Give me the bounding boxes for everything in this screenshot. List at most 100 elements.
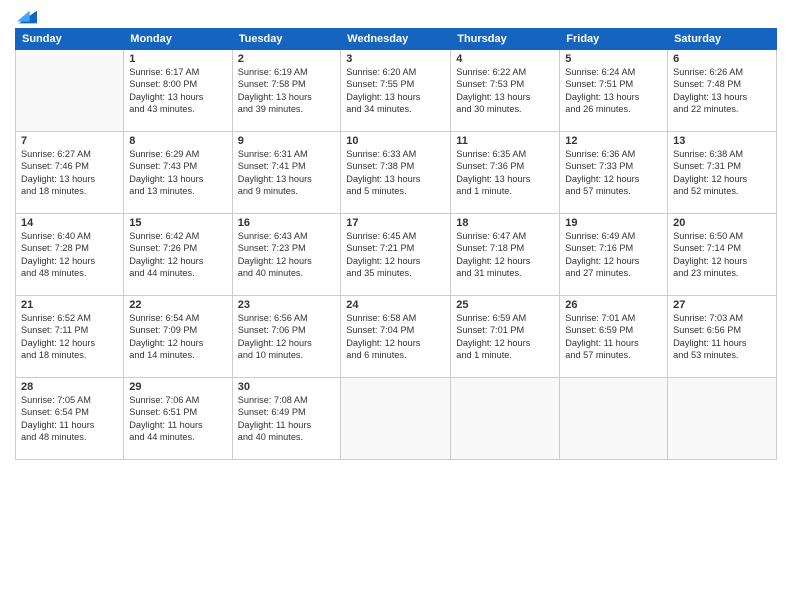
calendar-cell: 7Sunrise: 6:27 AM Sunset: 7:46 PM Daylig… xyxy=(16,132,124,214)
calendar-cell: 3Sunrise: 6:20 AM Sunset: 7:55 PM Daylig… xyxy=(341,50,451,132)
day-info: Sunrise: 6:58 AM Sunset: 7:04 PM Dayligh… xyxy=(346,312,445,362)
day-info: Sunrise: 6:17 AM Sunset: 8:00 PM Dayligh… xyxy=(129,66,226,116)
day-number: 3 xyxy=(346,53,445,65)
day-info: Sunrise: 6:22 AM Sunset: 7:53 PM Dayligh… xyxy=(456,66,554,116)
weekday-header-saturday: Saturday xyxy=(668,29,777,50)
calendar-header-row: SundayMondayTuesdayWednesdayThursdayFrid… xyxy=(16,29,777,50)
day-number: 15 xyxy=(129,217,226,229)
weekday-header-monday: Monday xyxy=(124,29,232,50)
calendar-cell: 14Sunrise: 6:40 AM Sunset: 7:28 PM Dayli… xyxy=(16,214,124,296)
calendar-cell: 9Sunrise: 6:31 AM Sunset: 7:41 PM Daylig… xyxy=(232,132,341,214)
calendar-cell xyxy=(341,378,451,460)
calendar-cell: 15Sunrise: 6:42 AM Sunset: 7:26 PM Dayli… xyxy=(124,214,232,296)
day-info: Sunrise: 7:06 AM Sunset: 6:51 PM Dayligh… xyxy=(129,394,226,444)
day-info: Sunrise: 6:20 AM Sunset: 7:55 PM Dayligh… xyxy=(346,66,445,116)
day-info: Sunrise: 7:01 AM Sunset: 6:59 PM Dayligh… xyxy=(565,312,662,362)
day-number: 24 xyxy=(346,299,445,311)
calendar-week-0: 1Sunrise: 6:17 AM Sunset: 8:00 PM Daylig… xyxy=(16,50,777,132)
calendar-cell: 16Sunrise: 6:43 AM Sunset: 7:23 PM Dayli… xyxy=(232,214,341,296)
day-number: 18 xyxy=(456,217,554,229)
calendar-cell: 12Sunrise: 6:36 AM Sunset: 7:33 PM Dayli… xyxy=(560,132,668,214)
calendar-week-1: 7Sunrise: 6:27 AM Sunset: 7:46 PM Daylig… xyxy=(16,132,777,214)
day-number: 1 xyxy=(129,53,226,65)
day-number: 26 xyxy=(565,299,662,311)
calendar-cell: 24Sunrise: 6:58 AM Sunset: 7:04 PM Dayli… xyxy=(341,296,451,378)
calendar-cell xyxy=(16,50,124,132)
weekday-header-sunday: Sunday xyxy=(16,29,124,50)
day-info: Sunrise: 6:31 AM Sunset: 7:41 PM Dayligh… xyxy=(238,148,336,198)
day-info: Sunrise: 6:26 AM Sunset: 7:48 PM Dayligh… xyxy=(673,66,771,116)
day-info: Sunrise: 6:59 AM Sunset: 7:01 PM Dayligh… xyxy=(456,312,554,362)
day-info: Sunrise: 6:54 AM Sunset: 7:09 PM Dayligh… xyxy=(129,312,226,362)
day-info: Sunrise: 7:05 AM Sunset: 6:54 PM Dayligh… xyxy=(21,394,118,444)
calendar-cell: 21Sunrise: 6:52 AM Sunset: 7:11 PM Dayli… xyxy=(16,296,124,378)
calendar-cell xyxy=(560,378,668,460)
calendar-cell: 8Sunrise: 6:29 AM Sunset: 7:43 PM Daylig… xyxy=(124,132,232,214)
day-number: 30 xyxy=(238,381,336,393)
day-number: 12 xyxy=(565,135,662,147)
calendar-cell: 2Sunrise: 6:19 AM Sunset: 7:58 PM Daylig… xyxy=(232,50,341,132)
day-info: Sunrise: 7:08 AM Sunset: 6:49 PM Dayligh… xyxy=(238,394,336,444)
weekday-header-friday: Friday xyxy=(560,29,668,50)
day-info: Sunrise: 6:19 AM Sunset: 7:58 PM Dayligh… xyxy=(238,66,336,116)
day-number: 29 xyxy=(129,381,226,393)
page: SundayMondayTuesdayWednesdayThursdayFrid… xyxy=(0,0,792,612)
day-info: Sunrise: 6:38 AM Sunset: 7:31 PM Dayligh… xyxy=(673,148,771,198)
day-info: Sunrise: 6:27 AM Sunset: 7:46 PM Dayligh… xyxy=(21,148,118,198)
calendar-cell: 10Sunrise: 6:33 AM Sunset: 7:38 PM Dayli… xyxy=(341,132,451,214)
logo xyxy=(15,10,37,20)
day-number: 20 xyxy=(673,217,771,229)
day-number: 17 xyxy=(346,217,445,229)
weekday-header-wednesday: Wednesday xyxy=(341,29,451,50)
calendar-cell: 30Sunrise: 7:08 AM Sunset: 6:49 PM Dayli… xyxy=(232,378,341,460)
day-info: Sunrise: 6:49 AM Sunset: 7:16 PM Dayligh… xyxy=(565,230,662,280)
calendar-cell: 22Sunrise: 6:54 AM Sunset: 7:09 PM Dayli… xyxy=(124,296,232,378)
calendar-week-2: 14Sunrise: 6:40 AM Sunset: 7:28 PM Dayli… xyxy=(16,214,777,296)
calendar-cell xyxy=(451,378,560,460)
calendar-cell: 25Sunrise: 6:59 AM Sunset: 7:01 PM Dayli… xyxy=(451,296,560,378)
day-number: 25 xyxy=(456,299,554,311)
day-number: 6 xyxy=(673,53,771,65)
day-number: 19 xyxy=(565,217,662,229)
calendar-cell: 5Sunrise: 6:24 AM Sunset: 7:51 PM Daylig… xyxy=(560,50,668,132)
day-number: 16 xyxy=(238,217,336,229)
day-info: Sunrise: 6:52 AM Sunset: 7:11 PM Dayligh… xyxy=(21,312,118,362)
calendar-cell: 13Sunrise: 6:38 AM Sunset: 7:31 PM Dayli… xyxy=(668,132,777,214)
day-info: Sunrise: 7:03 AM Sunset: 6:56 PM Dayligh… xyxy=(673,312,771,362)
calendar-week-4: 28Sunrise: 7:05 AM Sunset: 6:54 PM Dayli… xyxy=(16,378,777,460)
calendar-cell: 19Sunrise: 6:49 AM Sunset: 7:16 PM Dayli… xyxy=(560,214,668,296)
day-info: Sunrise: 6:24 AM Sunset: 7:51 PM Dayligh… xyxy=(565,66,662,116)
logo-icon xyxy=(17,10,37,24)
calendar-cell: 20Sunrise: 6:50 AM Sunset: 7:14 PM Dayli… xyxy=(668,214,777,296)
day-info: Sunrise: 6:42 AM Sunset: 7:26 PM Dayligh… xyxy=(129,230,226,280)
calendar-cell: 18Sunrise: 6:47 AM Sunset: 7:18 PM Dayli… xyxy=(451,214,560,296)
weekday-header-thursday: Thursday xyxy=(451,29,560,50)
calendar-week-3: 21Sunrise: 6:52 AM Sunset: 7:11 PM Dayli… xyxy=(16,296,777,378)
day-number: 9 xyxy=(238,135,336,147)
day-number: 7 xyxy=(21,135,118,147)
weekday-header-tuesday: Tuesday xyxy=(232,29,341,50)
day-info: Sunrise: 6:43 AM Sunset: 7:23 PM Dayligh… xyxy=(238,230,336,280)
day-number: 2 xyxy=(238,53,336,65)
day-number: 11 xyxy=(456,135,554,147)
calendar-cell: 1Sunrise: 6:17 AM Sunset: 8:00 PM Daylig… xyxy=(124,50,232,132)
day-number: 13 xyxy=(673,135,771,147)
calendar-cell: 6Sunrise: 6:26 AM Sunset: 7:48 PM Daylig… xyxy=(668,50,777,132)
day-number: 21 xyxy=(21,299,118,311)
day-info: Sunrise: 6:45 AM Sunset: 7:21 PM Dayligh… xyxy=(346,230,445,280)
calendar-cell: 23Sunrise: 6:56 AM Sunset: 7:06 PM Dayli… xyxy=(232,296,341,378)
day-info: Sunrise: 6:47 AM Sunset: 7:18 PM Dayligh… xyxy=(456,230,554,280)
calendar-cell: 4Sunrise: 6:22 AM Sunset: 7:53 PM Daylig… xyxy=(451,50,560,132)
day-info: Sunrise: 6:36 AM Sunset: 7:33 PM Dayligh… xyxy=(565,148,662,198)
day-number: 22 xyxy=(129,299,226,311)
day-number: 8 xyxy=(129,135,226,147)
day-info: Sunrise: 6:33 AM Sunset: 7:38 PM Dayligh… xyxy=(346,148,445,198)
calendar-cell: 11Sunrise: 6:35 AM Sunset: 7:36 PM Dayli… xyxy=(451,132,560,214)
day-info: Sunrise: 6:56 AM Sunset: 7:06 PM Dayligh… xyxy=(238,312,336,362)
day-info: Sunrise: 6:29 AM Sunset: 7:43 PM Dayligh… xyxy=(129,148,226,198)
calendar-table: SundayMondayTuesdayWednesdayThursdayFrid… xyxy=(15,28,777,460)
day-number: 14 xyxy=(21,217,118,229)
calendar-cell: 28Sunrise: 7:05 AM Sunset: 6:54 PM Dayli… xyxy=(16,378,124,460)
calendar-cell: 17Sunrise: 6:45 AM Sunset: 7:21 PM Dayli… xyxy=(341,214,451,296)
calendar-cell: 27Sunrise: 7:03 AM Sunset: 6:56 PM Dayli… xyxy=(668,296,777,378)
